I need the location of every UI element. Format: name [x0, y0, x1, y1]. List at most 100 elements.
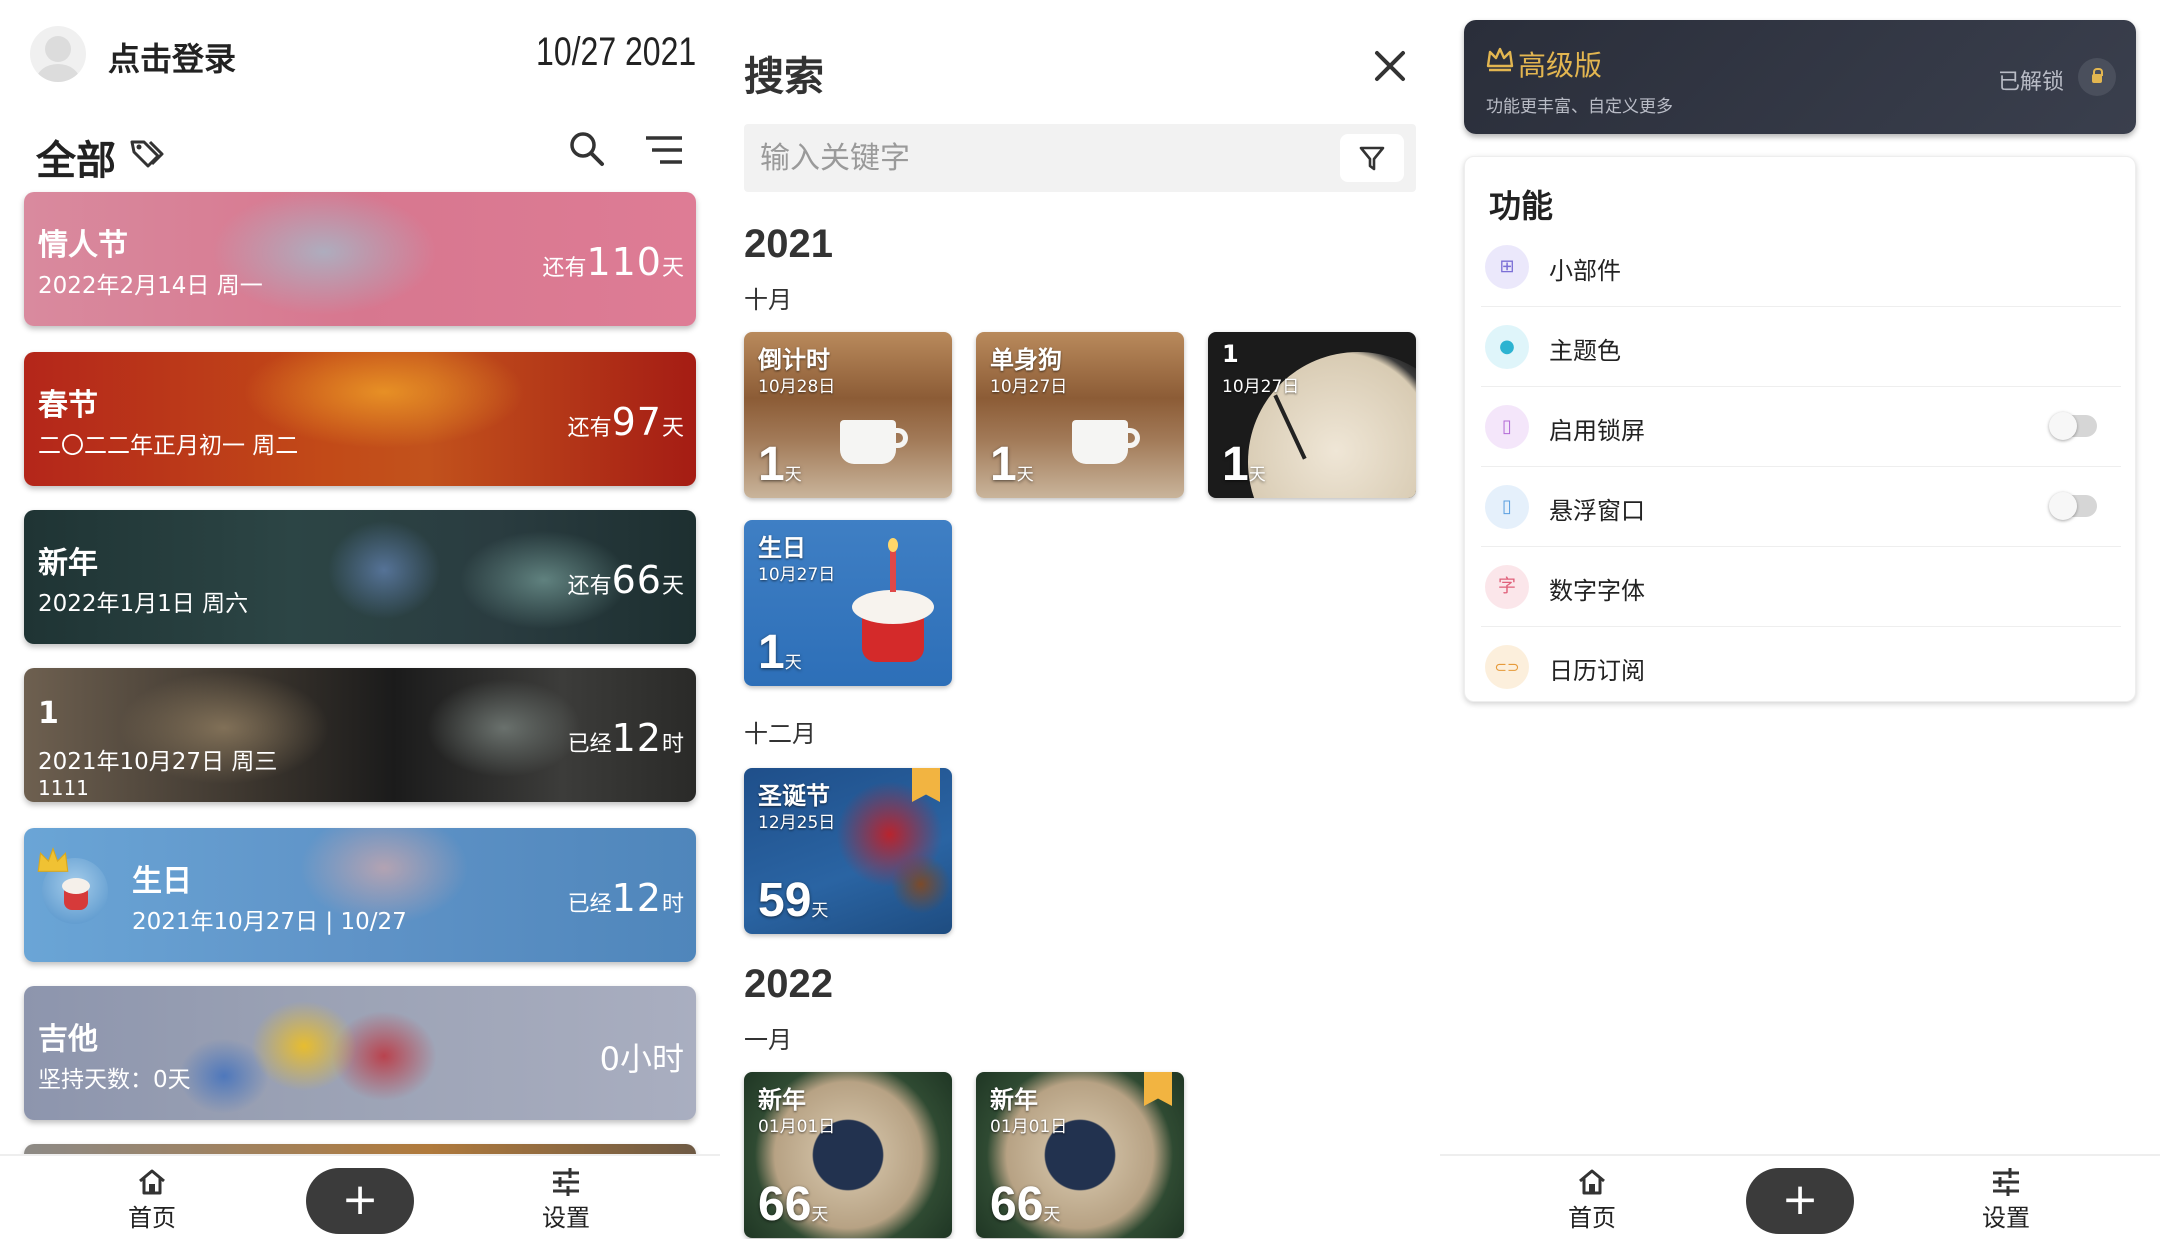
feature-label: 悬浮窗口	[1549, 497, 1645, 525]
current-date: 10/27 2021	[535, 30, 696, 74]
bottom-navigation: 首页 + 设置	[0, 1154, 720, 1239]
section-title: 功能	[1489, 187, 1554, 225]
add-event-button[interactable]: +	[306, 1168, 414, 1234]
search-input[interactable]	[760, 136, 1320, 180]
tile-title: 新年	[758, 1086, 806, 1114]
home-icon	[139, 1169, 165, 1195]
event-tile[interactable]: 生日 10月27日 1天	[744, 520, 952, 686]
tile-count: 1天	[758, 438, 802, 491]
features-card: 功能 ⊞ 小部件 ● 主题色 ▯ 启用锁屏 ▯ 悬浮窗口 字 数字字体 ⊂⊃ 日…	[1464, 156, 2136, 702]
card-countdown: 还有97天	[567, 400, 684, 444]
tile-date: 10月27日	[990, 377, 1068, 397]
feature-label: 启用锁屏	[1549, 417, 1645, 445]
card-title: 1	[38, 696, 59, 731]
floating-window-toggle[interactable]	[2049, 492, 2097, 520]
tile-title: 圣诞节	[758, 782, 830, 810]
add-event-button[interactable]: +	[1746, 1168, 1854, 1234]
event-card[interactable]: 新年 2022年1月1日 周六 还有66天	[24, 510, 696, 644]
tile-title: 1	[1222, 340, 1239, 368]
premium-banner[interactable]: 高级版 功能更丰富、自定义更多 已解锁	[1464, 20, 2136, 134]
font-icon: 字	[1485, 565, 1529, 609]
filter-icon	[1359, 146, 1385, 171]
page-title: 搜索	[744, 54, 824, 100]
event-tile[interactable]: 圣诞节 12月25日 59天	[744, 768, 952, 934]
month-heading: 十月	[744, 286, 792, 314]
event-tile[interactable]: 新年 01月01日 66天	[976, 1072, 1184, 1238]
filter-button[interactable]	[1340, 134, 1404, 182]
search-icon[interactable]	[568, 130, 606, 168]
avatar[interactable]	[30, 26, 86, 82]
widgets-icon: ⊞	[1485, 245, 1529, 289]
card-date: 2021年10月27日 周三	[38, 749, 278, 775]
card-date: 坚持天数：0天	[38, 1067, 191, 1093]
unlock-status: 已解锁	[1997, 70, 2064, 95]
settings-sliders-icon	[1993, 1168, 2019, 1196]
lockscreen-icon: ▯	[1485, 405, 1529, 449]
nav-home-label: 首页	[1568, 1204, 1616, 1232]
tile-date: 12月25日	[758, 813, 836, 833]
settings-panel: 高级版 功能更丰富、自定义更多 已解锁 功能 ⊞ 小部件 ● 主题色 ▯ 启用锁…	[1440, 0, 2160, 1239]
card-title: 春节	[38, 388, 98, 423]
feature-label: 日历订阅	[1549, 657, 1645, 685]
tile-count: 66天	[758, 1178, 829, 1231]
card-title: 吉他	[38, 1022, 98, 1057]
feature-item-number-font[interactable]: 字 数字字体	[1481, 547, 2121, 627]
palette-icon: ●	[1485, 325, 1529, 369]
coffee-cup-image	[1072, 420, 1128, 464]
card-title: 情人节	[38, 228, 128, 263]
card-date: 2022年2月14日 周一	[38, 273, 263, 299]
settings-sliders-icon	[553, 1168, 579, 1196]
tag-icon[interactable]	[126, 134, 166, 174]
event-tile[interactable]: 单身狗 10月27日 1天	[976, 332, 1184, 498]
nav-home[interactable]: 首页	[1560, 1168, 1624, 1233]
card-countdown: 已经12时	[567, 876, 684, 920]
event-card[interactable]: 生日 2021年10月27日 | 10/27 已经12时	[24, 828, 696, 962]
tile-title: 单身狗	[990, 346, 1062, 374]
card-note: 1111	[38, 776, 89, 800]
lockscreen-toggle[interactable]	[2049, 412, 2097, 440]
event-tile[interactable]: 新年 01月01日 66天	[744, 1072, 952, 1238]
event-card[interactable]: 春节 二〇二二年正月初一 周二 还有97天	[24, 352, 696, 486]
card-countdown: 还有66天	[567, 558, 684, 602]
card-date: 二〇二二年正月初一 周二	[38, 433, 299, 459]
feature-label: 主题色	[1549, 337, 1621, 365]
event-tile[interactable]: 倒计时 10月28日 1天	[744, 332, 952, 498]
card-value: 0小时	[599, 1040, 684, 1078]
feature-item-widgets[interactable]: ⊞ 小部件	[1481, 227, 2121, 307]
home-panel: 点击登录 10/27 2021 全部 情人节 2022年2月14日 周一 还有1…	[0, 0, 720, 1239]
tile-count: 1天	[1222, 438, 1266, 491]
tile-date: 10月28日	[758, 377, 836, 397]
feature-item-theme-color[interactable]: ● 主题色	[1481, 307, 2121, 387]
premium-subtitle: 功能更丰富、自定义更多	[1486, 97, 1673, 117]
feature-label: 数字字体	[1549, 577, 1645, 605]
nav-settings-label: 设置	[542, 1204, 590, 1232]
event-card[interactable]: 情人节 2022年2月14日 周一 还有110天	[24, 192, 696, 326]
feature-label: 小部件	[1549, 257, 1621, 285]
sort-icon[interactable]	[644, 134, 684, 166]
coffee-cup-image	[840, 420, 896, 464]
feature-item-lockscreen[interactable]: ▯ 启用锁屏	[1481, 387, 2121, 467]
lock-icon	[2078, 58, 2116, 96]
tile-count: 66天	[990, 1178, 1061, 1231]
event-card[interactable]: 1 2021年10月27日 周三 1111 已经12时	[24, 668, 696, 802]
card-countdown: 还有110天	[542, 240, 684, 284]
tile-count: 59天	[758, 874, 829, 927]
feature-item-calendar-subscription[interactable]: ⊂⊃ 日历订阅	[1481, 627, 2121, 707]
nav-settings[interactable]: 设置	[1974, 1168, 2038, 1233]
card-title: 新年	[38, 546, 98, 581]
category-filter-label[interactable]: 全部	[36, 128, 116, 186]
event-card[interactable]: 吉他 坚持天数：0天 0小时	[24, 986, 696, 1120]
tile-title: 生日	[758, 534, 806, 562]
close-icon[interactable]	[1374, 50, 1406, 82]
premium-title: 高级版	[1518, 49, 1603, 82]
event-tile[interactable]: 1 10月27日 1天	[1208, 332, 1416, 498]
tile-title: 新年	[990, 1086, 1038, 1114]
tile-date: 01月01日	[758, 1117, 836, 1137]
tile-date: 10月27日	[758, 565, 836, 585]
nav-settings[interactable]: 设置	[534, 1168, 598, 1233]
nav-home-label: 首页	[128, 1204, 176, 1232]
nav-home[interactable]: 首页	[120, 1168, 184, 1233]
search-bar	[744, 124, 1416, 192]
login-link[interactable]: 点击登录	[108, 34, 236, 80]
feature-item-floating-window[interactable]: ▯ 悬浮窗口	[1481, 467, 2121, 547]
